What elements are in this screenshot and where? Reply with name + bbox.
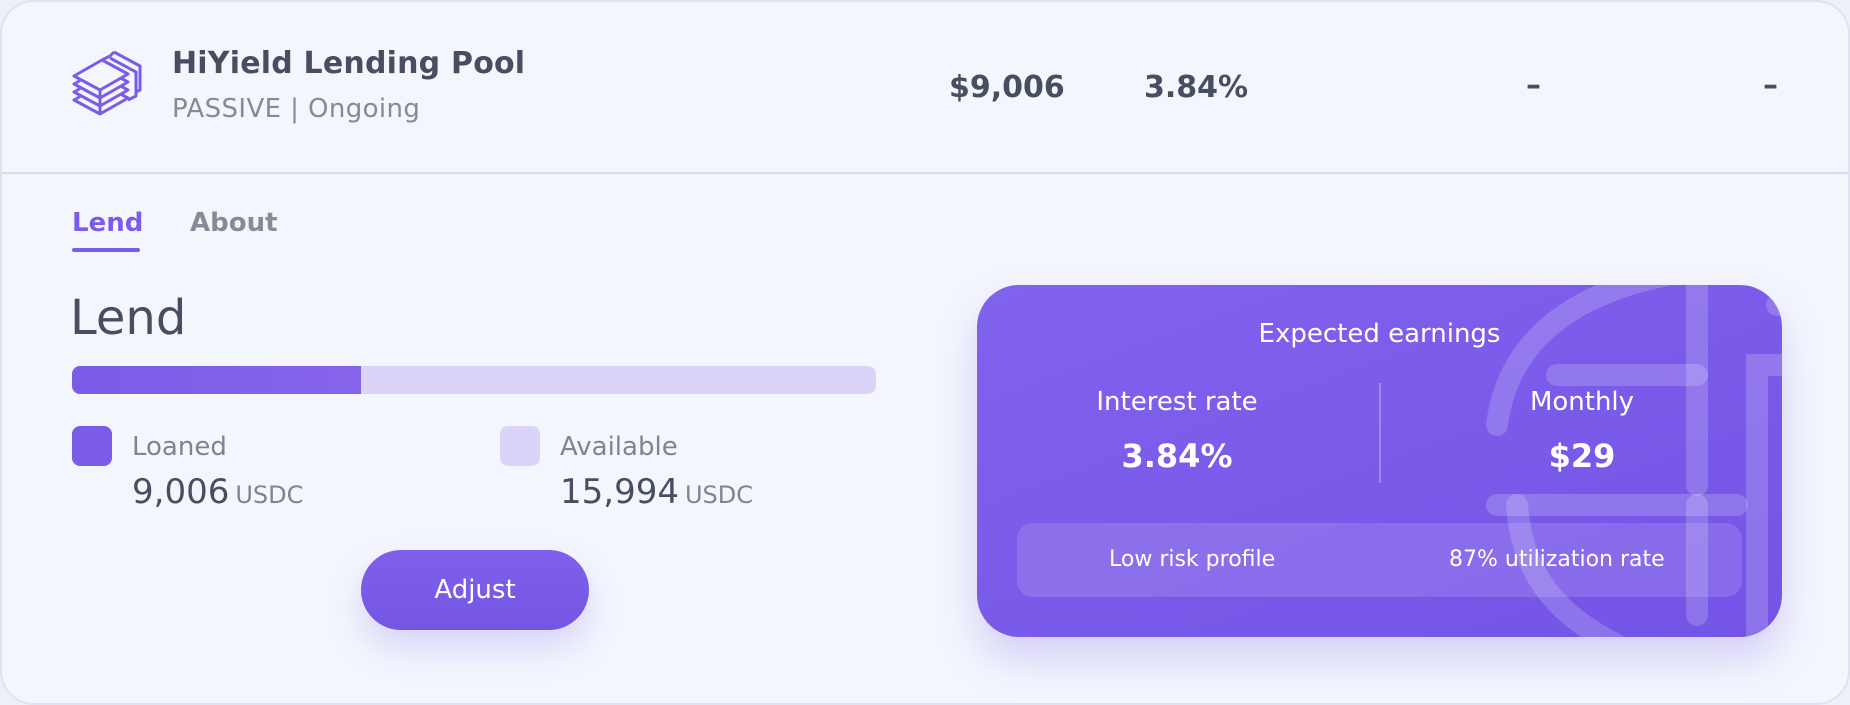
- available-value: 15,994: [560, 472, 679, 512]
- available-unit: USDC: [684, 481, 754, 509]
- pool-header[interactable]: HiYield Lending Pool PASSIVE | Ongoing $…: [2, 2, 1848, 174]
- pool-apy: 3.84%: [1144, 70, 1249, 105]
- available-label: Available: [560, 432, 678, 462]
- interest-rate-value: 3.84%: [1121, 437, 1233, 475]
- loan-progress-bar: [72, 366, 876, 394]
- pool-total-value: $9,006: [949, 70, 1065, 105]
- loaned-unit: USDC: [235, 481, 304, 509]
- earnings-title: Expected earnings: [1258, 319, 1501, 349]
- pool-status: PASSIVE | Ongoing: [172, 94, 421, 124]
- pool-stat-placeholder-2: –: [1763, 68, 1778, 103]
- expected-earnings-card: Expected earnings Interest rate 3.84% Mo…: [977, 285, 1782, 637]
- loaned-value: 9,006: [132, 472, 230, 512]
- available-swatch: [500, 426, 540, 466]
- tab-about[interactable]: About: [190, 208, 278, 238]
- monthly-label: Monthly: [1529, 387, 1635, 417]
- pool-stat-placeholder-1: –: [1526, 68, 1541, 103]
- adjust-button[interactable]: Adjust: [361, 550, 589, 630]
- available-amount: 15,994 USDC: [560, 472, 753, 512]
- pool-name: HiYield Lending Pool: [172, 46, 526, 81]
- utilization-rate: 87% utilization rate: [1449, 547, 1665, 572]
- lend-heading: Lend: [70, 290, 187, 346]
- earnings-footer: Low risk profile 87% utilization rate: [1017, 523, 1742, 597]
- stacked-layers-icon: [72, 50, 142, 116]
- pool-card: HiYield Lending Pool PASSIVE | Ongoing $…: [0, 0, 1850, 705]
- loaned-progress-fill: [72, 366, 362, 394]
- tab-lend[interactable]: Lend: [72, 208, 143, 238]
- loaned-label: Loaned: [132, 432, 227, 462]
- loaned-swatch: [72, 426, 112, 466]
- active-tab-indicator: [72, 248, 140, 252]
- earnings-divider: [1379, 383, 1381, 483]
- monthly-value: $29: [1548, 437, 1616, 475]
- risk-profile: Low risk profile: [1109, 547, 1276, 572]
- interest-rate-label: Interest rate: [1096, 387, 1258, 417]
- loaned-amount: 9,006 USDC: [132, 472, 303, 512]
